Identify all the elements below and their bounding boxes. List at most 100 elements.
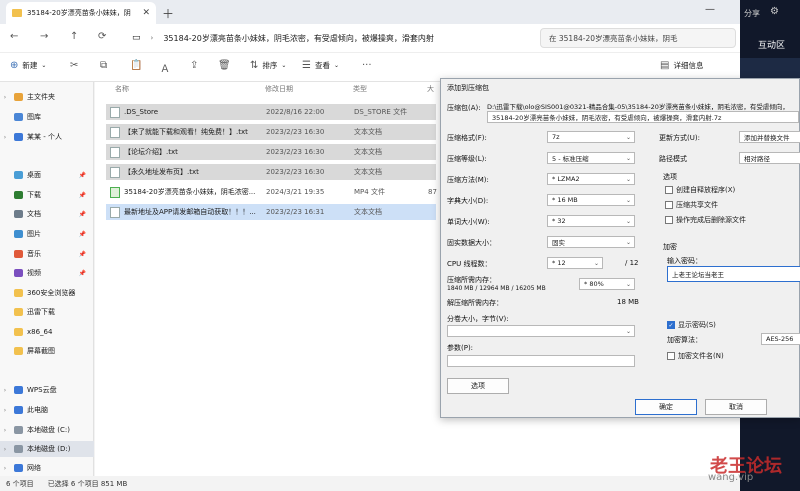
pin-icon[interactable]: 📌 — [79, 192, 86, 199]
dict-select[interactable]: * 16 MB ⌄ — [547, 194, 635, 206]
close-icon[interactable]: ✕ — [142, 8, 150, 18]
sidebar-item-desktop[interactable]: 桌面 📌 — [0, 167, 94, 183]
pin-icon[interactable]: 📌 — [79, 172, 86, 179]
ok-button[interactable]: 确定 — [635, 399, 697, 415]
archive-path-input[interactable]: 35184-20岁漂亮苗条小妹妹，阴毛浓密，有受虐倾向，被爆操爽，滑套内射.7z — [487, 111, 799, 123]
delete-source-checkbox[interactable]: 操作完成后删除源文件 — [665, 215, 746, 225]
refresh-icon[interactable]: ⟳ — [98, 31, 106, 42]
drive-icon — [14, 426, 23, 434]
view-button[interactable]: ☰ 查看 ⌄ — [302, 60, 339, 71]
sidebar-item-network[interactable]: › 网络 — [0, 460, 94, 476]
details-button[interactable]: ▤ 详细信息 — [660, 60, 703, 71]
password-input[interactable]: 上老王论坛当老王 — [667, 266, 800, 282]
sidebar-item-drive-c[interactable]: › 本地磁盘 (C:) — [0, 422, 94, 438]
sidebar-item-label: 视频 — [27, 269, 41, 277]
memory-pct-select[interactable]: * 80% ⌄ — [579, 278, 635, 290]
sidebar-item-gallery[interactable]: 图库 — [0, 109, 94, 125]
chevron-right-icon[interactable]: › — [0, 465, 10, 472]
volume-select[interactable]: ⌄ — [447, 325, 635, 337]
sidebar-item-drive-d[interactable]: › 本地磁盘 (D:) — [0, 441, 94, 457]
plus-circle-icon: ⊕ — [10, 60, 19, 71]
pin-icon[interactable]: 📌 — [79, 211, 86, 218]
column-name[interactable]: 名称 — [115, 84, 129, 94]
options-button[interactable]: 选项 — [447, 378, 509, 394]
chevron-right-icon[interactable]: › — [0, 387, 10, 394]
pin-icon[interactable]: 📌 — [79, 251, 86, 258]
table-row[interactable]: .DS_Store 2022/8/16 22:00 DS_STORE 文件 — [106, 104, 436, 120]
update-select[interactable]: 添加并替换文件 — [739, 131, 800, 143]
share-link[interactable]: 分享 — [744, 8, 760, 19]
sidebar-item-videos[interactable]: 视频 📌 — [0, 265, 94, 281]
sidebar-item-downloads[interactable]: 下载 📌 — [0, 187, 94, 203]
params-input[interactable] — [447, 355, 635, 367]
column-date[interactable]: 修改日期 — [265, 84, 293, 94]
chevron-right-icon[interactable]: › — [0, 94, 10, 101]
chevron-right-icon[interactable]: › — [0, 446, 10, 453]
new-tab-button[interactable]: ＋ — [162, 5, 174, 22]
cpu-select[interactable]: * 12 ⌄ — [547, 257, 603, 269]
chevron-right-icon[interactable]: › — [0, 407, 10, 414]
sidebar-item-label: WPS云盘 — [27, 386, 57, 394]
table-row[interactable]: 最新地址及APP请发邮箱自动获取！！！... 2023/2/23 16:31 文本文… — [106, 204, 436, 220]
monitor-icon: ▭ — [132, 33, 141, 43]
sort-button[interactable]: ⇅ 排序 ⌄ — [250, 60, 286, 71]
pin-icon[interactable]: 📌 — [79, 270, 86, 277]
pin-icon[interactable]: 📌 — [79, 231, 86, 238]
sidebar-item-thunder-downloads[interactable]: 迅雷下载 — [0, 304, 94, 320]
chevron-right-icon[interactable]: › — [0, 134, 10, 141]
search-input[interactable]: 在 35184-20岁漂亮苗条小妹妹，阴毛 — [540, 28, 736, 48]
chevron-right-icon[interactable]: › — [0, 427, 10, 434]
sidebar-item-wps-cloud[interactable]: › WPS云盘 — [0, 382, 94, 398]
format-select[interactable]: 7z ⌄ — [547, 131, 635, 143]
share-icon[interactable]: ⇪ — [190, 60, 198, 71]
table-row[interactable]: 【永久地址发布页】.txt 2023/2/23 16:30 文本文档 — [106, 164, 436, 180]
copy-icon[interactable]: ⧉ — [100, 60, 107, 71]
shared-files-checkbox[interactable]: 压缩共享文件 — [665, 200, 718, 210]
sidebar-item-x86-64[interactable]: x86_64 — [0, 324, 94, 340]
cut-icon[interactable]: ✂ — [70, 60, 78, 71]
sidebar-item-this-pc[interactable]: › 此电脑 — [0, 402, 94, 418]
sidebar-item-documents[interactable]: 文档 📌 — [0, 206, 94, 222]
sidebar-item-music[interactable]: 音乐 📌 — [0, 246, 94, 262]
tab-current-folder[interactable]: 35184-20岁漂亮苗条小妹妹，阴 ✕ — [6, 2, 156, 24]
solid-select[interactable]: 固实 ⌄ — [547, 236, 635, 248]
table-row[interactable]: 【论坛介绍】.txt 2023/2/23 16:30 文本文档 — [106, 144, 436, 160]
rename-icon[interactable]: Ａ — [160, 60, 170, 75]
sidebar-item-home[interactable]: › 主文件夹 — [0, 89, 94, 105]
home-icon — [14, 93, 23, 101]
sidebar-item-360-browser[interactable]: 360安全浏览器 — [0, 285, 94, 301]
delete-icon[interactable]: 🗑 — [218, 60, 231, 71]
level-select[interactable]: 5 - 标准压缩 ⌄ — [547, 152, 635, 164]
gear-icon[interactable]: ⚙ — [770, 6, 779, 17]
path-mode-select[interactable]: 相对路径 — [739, 152, 800, 164]
up-arrow-icon[interactable]: ↑ — [70, 31, 78, 42]
paste-icon[interactable]: 📋 — [130, 60, 142, 71]
column-size[interactable]: 大 — [427, 84, 434, 94]
table-row[interactable]: 【来了就能下载和观看！纯免费！】.txt 2023/2/23 16:30 文本文档 — [106, 124, 436, 140]
more-icon[interactable]: ··· — [362, 60, 372, 71]
cancel-button[interactable]: 取消 — [705, 399, 767, 415]
show-password-checkbox[interactable]: ✓ 显示密码(S) — [667, 320, 716, 330]
forward-arrow-icon[interactable]: → — [40, 31, 48, 42]
sfx-checkbox[interactable]: 创建自释放程序(X) — [665, 185, 735, 195]
network-icon — [14, 464, 23, 472]
sidebar-item-pictures[interactable]: 图片 📌 — [0, 226, 94, 242]
sidebar-item-screenshots[interactable]: 屏幕截图 — [0, 343, 94, 359]
column-type[interactable]: 类型 — [353, 84, 367, 94]
encrypt-names-checkbox[interactable]: 加密文件名(N) — [667, 351, 724, 361]
back-arrow-icon[interactable]: ← — [10, 31, 18, 42]
address-bar[interactable]: ▭ › 35184-20岁漂亮苗条小妹妹，阴毛浓密，有受虐倾向，被爆操爽，滑套内… — [128, 28, 528, 48]
sidebar-item-personal[interactable]: › 某某 - 个人 — [0, 129, 94, 145]
method-select[interactable]: * LZMA2 ⌄ — [547, 173, 635, 185]
new-button[interactable]: ⊕ 新建 ⌄ — [10, 60, 46, 71]
table-row[interactable]: 35184-20岁漂亮苗条小妹妹，阴毛浓密... 2024/3/21 19:35 M… — [106, 184, 437, 200]
checkbox-box — [665, 216, 673, 224]
interact-tab[interactable]: 互动区 — [758, 38, 785, 51]
chevron-down-icon: ⌄ — [593, 259, 599, 267]
minimize-icon[interactable]: — — [705, 4, 715, 15]
text-file-icon — [110, 206, 120, 218]
format-value: 7z — [552, 133, 560, 141]
address-path: 35184-20岁漂亮苗条小妹妹，阴毛浓密，有受虐倾向，被爆操爽，滑套内射 — [163, 33, 434, 43]
word-select[interactable]: * 32 ⌄ — [547, 215, 635, 227]
encryption-method-select[interactable]: AES-256 — [761, 333, 800, 345]
